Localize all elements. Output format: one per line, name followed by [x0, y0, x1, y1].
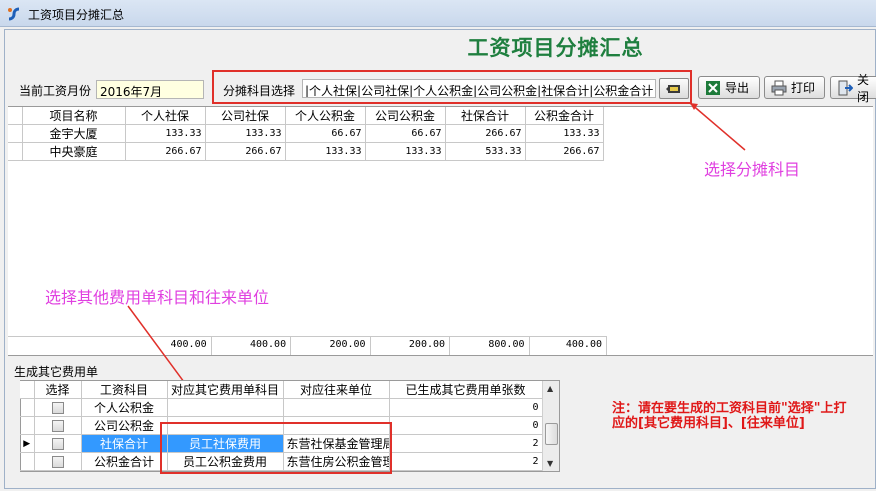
col-header-personal-ss[interactable]: 个人社保	[125, 107, 206, 125]
select-checkbox[interactable]	[51, 456, 64, 468]
total-value: 400.00	[212, 337, 292, 355]
cell-value[interactable]: 533.33	[445, 142, 526, 161]
note-line-1: 注：请在要生成的工资科目前"选择"上打	[612, 401, 847, 416]
wage-item-cell[interactable]: 公积金合计	[81, 452, 168, 471]
cell-project-name[interactable]: 金宇大厦	[22, 124, 126, 143]
count-cell: 0	[389, 398, 543, 417]
total-value: 400.00	[530, 337, 607, 355]
print-button[interactable]: 打印	[764, 76, 825, 99]
sub-col-wage-item[interactable]: 工资科目	[81, 381, 168, 399]
cell-value[interactable]: 266.67	[445, 124, 526, 143]
wage-item-cell[interactable]: 社保合计	[81, 434, 168, 453]
grid-header-row: 项目名称 个人社保 公司社保 个人公积金 公司公积金 社保合计 公积金合计	[8, 107, 604, 125]
table-row[interactable]: 金宇大厦 133.33 133.33 66.67 66.67 266.67 13…	[8, 124, 604, 143]
select-checkbox-cell[interactable]	[34, 452, 82, 471]
select-checkbox[interactable]	[51, 438, 64, 450]
cell-value[interactable]: 133.33	[285, 142, 366, 161]
wage-item-cell[interactable]: 公司公积金	[81, 416, 168, 435]
picker-icon	[666, 85, 680, 93]
cell-project-name[interactable]: 中央豪庭	[22, 142, 126, 161]
export-button[interactable]: 导出	[698, 76, 760, 99]
cell-value[interactable]: 266.67	[525, 142, 604, 161]
sub-header-row: 选择 工资科目 对应其它费用单科目 对应往来单位 已生成其它费用单张数	[20, 381, 543, 399]
select-checkbox-cell[interactable]	[34, 398, 82, 417]
current-row-indicator[interactable]: ▶	[20, 434, 35, 453]
window-title: 工资项目分摊汇总	[28, 8, 125, 22]
col-header-company-ss[interactable]: 公司社保	[205, 107, 286, 125]
count-cell: 2	[389, 434, 543, 453]
totals-row: 400.00 400.00 200.00 200.00 800.00 400.0…	[8, 336, 607, 355]
instruction-note: 注：请在要生成的工资科目前"选择"上打 应的[其它费用科目]、[往来单位]	[612, 401, 874, 431]
close-label: 关闭	[857, 72, 870, 104]
annotation-select-subject: 选择分摊科目	[704, 160, 801, 179]
page-heading: 工资项目分摊汇总	[467, 36, 644, 60]
sub-col-count[interactable]: 已生成其它费用单张数	[389, 381, 543, 399]
expense-subject-cell[interactable]	[167, 398, 284, 417]
list-item[interactable]: 个人公积金 0	[20, 398, 543, 417]
printer-icon	[771, 80, 787, 95]
month-label: 当前工资月份	[19, 84, 92, 98]
count-cell: 2	[389, 452, 543, 471]
select-checkbox-cell[interactable]	[34, 434, 82, 453]
sub-section-label: 生成其它费用单	[14, 365, 99, 379]
select-checkbox[interactable]	[51, 402, 64, 414]
count-cell: 0	[389, 416, 543, 435]
excel-icon	[706, 80, 720, 95]
scroll-thumb[interactable]	[545, 423, 558, 445]
month-field[interactable]: 2016年7月	[96, 80, 204, 99]
annotation-select-other: 选择其他费用单科目和往来单位	[45, 288, 270, 307]
cell-value[interactable]: 66.67	[365, 124, 446, 143]
app-icon	[8, 7, 20, 21]
window-titlebar: 工资项目分摊汇总	[0, 0, 876, 27]
cell-value[interactable]: 266.67	[205, 142, 286, 161]
summary-grid: 项目名称 个人社保 公司社保 个人公积金 公司公积金 社保合计 公积金合计 金宇…	[8, 107, 604, 161]
close-button[interactable]: 关闭	[830, 73, 876, 104]
total-value: 200.00	[291, 337, 371, 355]
subject-picker-button[interactable]	[659, 78, 689, 99]
col-header-ss-total[interactable]: 社保合计	[445, 107, 526, 125]
sub-grid-scrollbar[interactable]: ▲ ▼	[542, 381, 559, 471]
cell-value[interactable]: 266.67	[125, 142, 206, 161]
subject-label: 分摊科目选择	[223, 84, 296, 98]
export-label: 导出	[725, 81, 750, 95]
note-line-2: 应的[其它费用科目]、[往来单位]	[612, 416, 805, 431]
exit-icon	[838, 80, 853, 95]
sub-row-indicator-header	[20, 381, 35, 399]
expense-highlight-box	[160, 422, 392, 474]
sub-col-expense-subject[interactable]: 对应其它费用单科目	[167, 381, 284, 399]
wage-item-cell[interactable]: 个人公积金	[81, 398, 168, 417]
total-value: 800.00	[450, 337, 530, 355]
grid-row-indicator-header	[8, 107, 23, 125]
cell-value[interactable]: 133.33	[365, 142, 446, 161]
row-indicator[interactable]	[20, 416, 35, 435]
select-checkbox-cell[interactable]	[34, 416, 82, 435]
cell-value[interactable]: 133.33	[525, 124, 604, 143]
scroll-down-icon[interactable]: ▼	[547, 459, 553, 468]
unit-cell[interactable]	[283, 398, 390, 417]
row-indicator[interactable]	[8, 142, 23, 161]
cell-value[interactable]: 133.33	[125, 124, 206, 143]
cell-value[interactable]: 66.67	[285, 124, 366, 143]
cell-value[interactable]: 133.33	[205, 124, 286, 143]
row-indicator[interactable]	[8, 124, 23, 143]
col-header-personal-hf[interactable]: 个人公积金	[285, 107, 366, 125]
total-value: 200.00	[371, 337, 451, 355]
scroll-up-icon[interactable]: ▲	[547, 384, 553, 393]
totals-spacer	[8, 337, 132, 355]
sub-col-select[interactable]: 选择	[34, 381, 82, 399]
print-label: 打印	[791, 81, 816, 95]
sub-col-unit[interactable]: 对应往来单位	[283, 381, 390, 399]
row-indicator[interactable]	[20, 452, 35, 471]
subject-select-field[interactable]: |个人社保|公司社保|个人公积金|公司公积金|社保合计|公积金合计	[302, 79, 656, 98]
select-checkbox[interactable]	[51, 420, 64, 432]
col-header-project[interactable]: 项目名称	[22, 107, 126, 125]
total-value: 400.00	[132, 337, 212, 355]
col-header-company-hf[interactable]: 公司公积金	[365, 107, 446, 125]
table-row[interactable]: 中央豪庭 266.67 266.67 133.33 133.33 533.33 …	[8, 142, 604, 161]
col-header-hf-total[interactable]: 公积金合计	[525, 107, 604, 125]
row-indicator[interactable]	[20, 398, 35, 417]
